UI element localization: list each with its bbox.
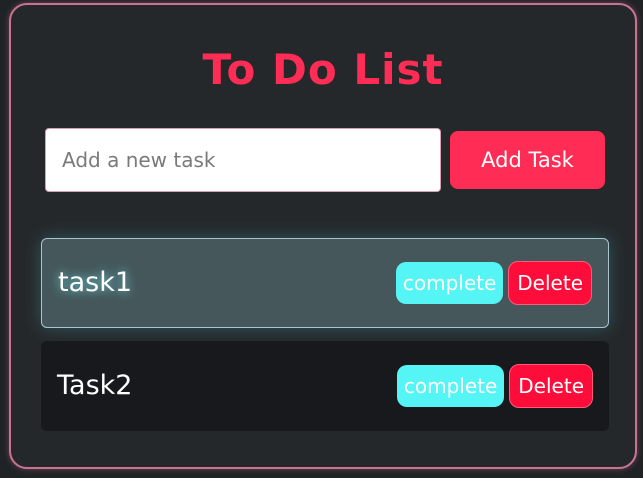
delete-button[interactable]: Delete	[508, 261, 592, 305]
todo-card: To Do List Add Task task1 complete Delet…	[9, 3, 637, 469]
page-title: To Do List	[202, 45, 444, 94]
add-task-button[interactable]: Add Task	[450, 131, 605, 189]
new-task-input[interactable]	[45, 128, 441, 192]
task-item[interactable]: Task2 complete Delete	[41, 341, 609, 431]
task-label: Task2	[57, 370, 133, 401]
complete-button[interactable]: complete	[395, 262, 504, 304]
task-item[interactable]: task1 complete Delete	[41, 238, 609, 328]
delete-button[interactable]: Delete	[509, 364, 593, 408]
complete-button[interactable]: complete	[396, 365, 505, 407]
task-label: task1	[58, 267, 133, 298]
